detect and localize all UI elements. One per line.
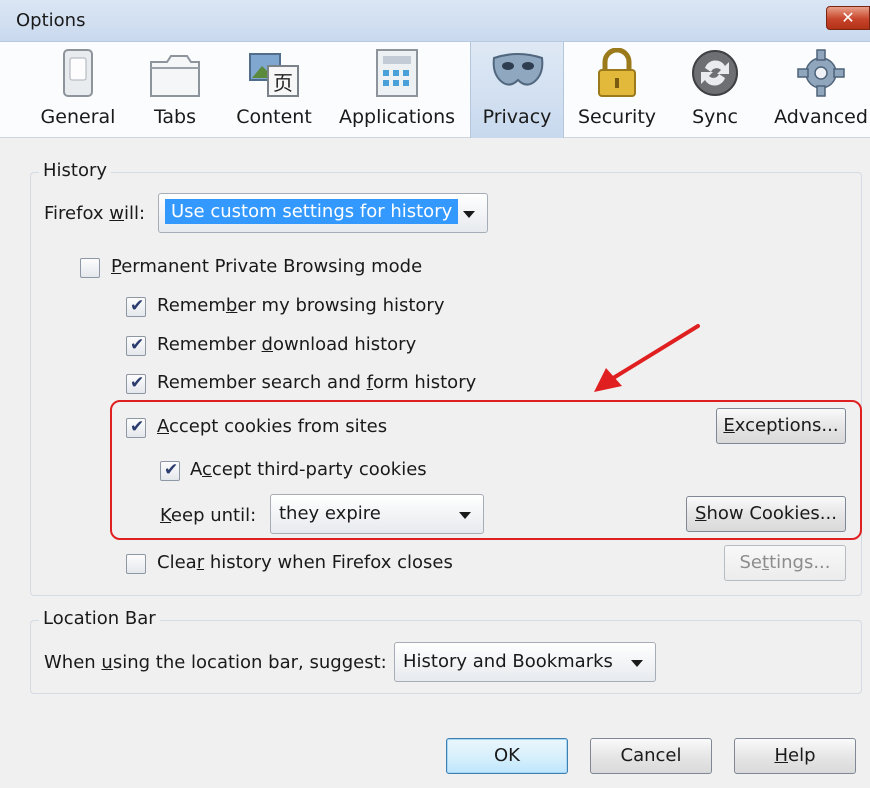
tab-content[interactable]: 页 Content bbox=[228, 42, 320, 138]
check-icon: ✔ bbox=[130, 335, 145, 355]
tab-general-label: General bbox=[40, 106, 116, 128]
tab-applications[interactable]: Applications bbox=[332, 42, 462, 138]
check-icon: ✔ bbox=[130, 296, 145, 316]
tab-privacy-label: Privacy bbox=[482, 106, 552, 128]
content-icon: 页 bbox=[249, 53, 299, 97]
category-toolbar: General Tabs 页 Content Applications Priv… bbox=[0, 42, 870, 138]
location-bar-group-title: Location Bar bbox=[39, 608, 160, 629]
third-party-cookies-label: Accept third-party cookies bbox=[190, 459, 427, 480]
tab-advanced[interactable]: Advanced bbox=[772, 42, 870, 138]
switch-icon bbox=[63, 49, 93, 97]
cancel-button[interactable]: Cancel bbox=[590, 738, 712, 774]
settings-button[interactable]: Settings... bbox=[724, 545, 846, 581]
check-icon: ✔ bbox=[130, 373, 145, 393]
padlock-icon bbox=[598, 48, 636, 97]
location-suggest-select[interactable]: History and Bookmarks bbox=[394, 642, 656, 682]
mask-icon bbox=[492, 53, 544, 86]
show-cookies-button[interactable]: Show Cookies... bbox=[686, 496, 846, 532]
chevron-down-icon bbox=[463, 211, 475, 218]
remember-search-label: Remember search and form history bbox=[157, 372, 477, 393]
tab-security-label: Security bbox=[577, 106, 657, 128]
accept-cookies-label: Accept cookies from sites bbox=[157, 416, 388, 437]
clear-history-checkbox[interactable] bbox=[126, 554, 146, 574]
permanent-private-checkbox[interactable] bbox=[80, 258, 100, 278]
tab-general[interactable]: General bbox=[30, 42, 126, 138]
tab-security[interactable]: Security bbox=[574, 42, 660, 138]
remember-browsing-checkbox[interactable]: ✔ bbox=[126, 296, 146, 317]
history-mode-select[interactable]: Use custom settings for history bbox=[158, 193, 488, 233]
tab-content-label: Content bbox=[236, 106, 312, 128]
help-button[interactable]: Help bbox=[734, 738, 856, 774]
tab-applications-label: Applications bbox=[338, 106, 456, 128]
close-icon[interactable]: ✕ bbox=[826, 6, 870, 30]
window-title: Options bbox=[16, 10, 86, 31]
check-icon: ✔ bbox=[130, 417, 145, 437]
tab-sync[interactable]: Sync bbox=[674, 42, 756, 138]
check-icon: ✔ bbox=[164, 460, 179, 480]
tab-privacy[interactable]: Privacy bbox=[470, 42, 564, 138]
title-bar[interactable]: Options ✕ bbox=[0, 0, 870, 42]
firefox-will-label: Firefox will: bbox=[44, 203, 146, 224]
ok-button[interactable]: OK bbox=[446, 738, 568, 774]
sync-icon bbox=[692, 50, 738, 96]
keep-until-label: Keep until: bbox=[160, 505, 257, 526]
history-group-title: History bbox=[39, 160, 112, 181]
remember-download-label: Remember download history bbox=[157, 334, 417, 355]
tabs-icon bbox=[150, 55, 200, 97]
permanent-private-label: Permanent Private Browsing mode bbox=[111, 256, 423, 277]
annotation-arrow-icon bbox=[594, 324, 700, 392]
third-party-cookies-checkbox[interactable]: ✔ bbox=[160, 460, 180, 481]
gear-icon bbox=[797, 49, 845, 97]
applications-icon bbox=[376, 49, 418, 97]
location-suggest-value: History and Bookmarks bbox=[403, 651, 613, 672]
remember-browsing-label: Remember my browsing history bbox=[157, 295, 445, 316]
chevron-down-icon bbox=[459, 512, 471, 519]
accept-cookies-checkbox[interactable]: ✔ bbox=[126, 417, 146, 438]
chevron-down-icon bbox=[631, 660, 643, 667]
content-glyph: 页 bbox=[273, 71, 293, 95]
options-window: Options ✕ General Tabs 页 Content Applica… bbox=[0, 0, 870, 788]
exceptions-button[interactable]: Exceptions... bbox=[716, 408, 846, 444]
keep-until-select[interactable]: they expire bbox=[270, 494, 484, 534]
location-suggest-label: When using the location bar, suggest: bbox=[44, 652, 387, 673]
tab-tabs[interactable]: Tabs bbox=[132, 42, 218, 138]
history-mode-value: Use custom settings for history bbox=[165, 199, 459, 224]
tab-advanced-label: Advanced bbox=[774, 106, 868, 128]
keep-until-value: they expire bbox=[279, 503, 381, 524]
tab-tabs-label: Tabs bbox=[153, 106, 197, 128]
remember-search-checkbox[interactable]: ✔ bbox=[126, 373, 146, 394]
clear-history-label: Clear history when Firefox closes bbox=[157, 552, 453, 573]
remember-download-checkbox[interactable]: ✔ bbox=[126, 335, 146, 356]
tab-sync-label: Sync bbox=[692, 106, 738, 128]
